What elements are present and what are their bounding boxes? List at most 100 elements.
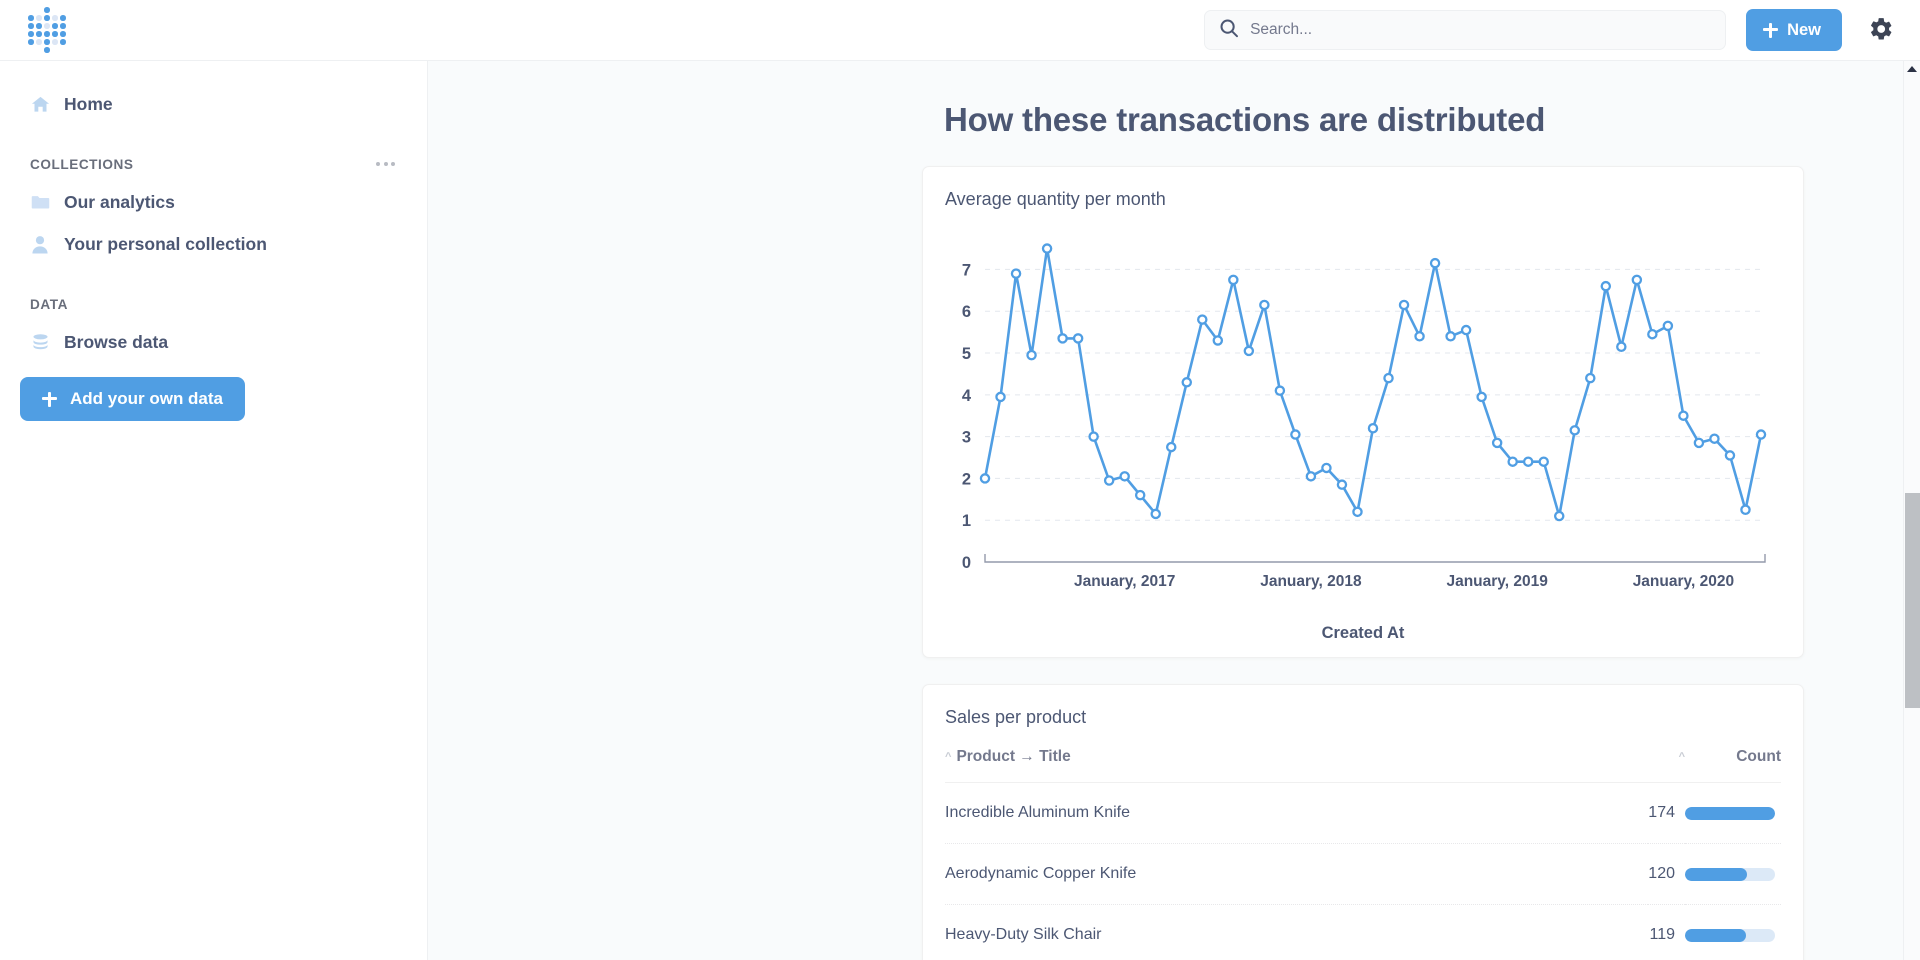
chart-data-point[interactable] <box>1353 508 1361 516</box>
scrollbar-thumb[interactable] <box>1905 493 1920 709</box>
chart-data-point[interactable] <box>1741 506 1749 514</box>
chart-data-point[interactable] <box>1478 393 1486 401</box>
chart-data-point[interactable] <box>1167 443 1175 451</box>
chart-data-point[interactable] <box>1555 512 1563 520</box>
chart-data-point[interactable] <box>1307 472 1315 480</box>
sidebar-item-personal-collection[interactable]: Your personal collection <box>0 223 427 265</box>
vertical-scrollbar[interactable] <box>1903 61 1920 960</box>
column-header-count-sort[interactable]: ^ <box>1648 738 1685 783</box>
chart-data-point[interactable] <box>1384 374 1392 382</box>
settings-button[interactable] <box>1864 13 1898 47</box>
table-head: ^ Product → Title ^ <box>945 738 1781 783</box>
chart-data-point[interactable] <box>1633 276 1641 284</box>
search-bar[interactable] <box>1204 10 1726 50</box>
chart-data-point[interactable] <box>1090 433 1098 441</box>
bar-fill <box>1685 868 1747 881</box>
chart-data-point[interactable] <box>1493 439 1501 447</box>
chart-y-tick-label: 1 <box>962 512 971 530</box>
chart-data-point[interactable] <box>1276 387 1284 395</box>
chart-data-point[interactable] <box>1710 435 1718 443</box>
chart-y-tick-label: 7 <box>962 261 971 279</box>
chart-data-point[interactable] <box>981 474 989 482</box>
sidebar-section-data-label: DATA <box>30 297 68 312</box>
chart-data-point[interactable] <box>1648 330 1656 338</box>
chart-data-point[interactable] <box>1462 326 1470 334</box>
add-your-own-data-button[interactable]: Add your own data <box>20 377 245 421</box>
chart-data-point[interactable] <box>1679 412 1687 420</box>
chart-data-point[interactable] <box>996 393 1004 401</box>
chart-card-average-quantity: Average quantity per month 01234567Janua… <box>922 166 1804 658</box>
chart-data-point[interactable] <box>1400 301 1408 309</box>
sidebar-item-personal-collection-label: Your personal collection <box>64 234 267 255</box>
logo-dot <box>36 47 42 53</box>
cell-count: 120 <box>1648 844 1685 905</box>
chart-data-point[interactable] <box>1198 315 1206 323</box>
chart-data-point[interactable] <box>1059 334 1067 342</box>
sidebar-item-home[interactable]: Home <box>0 83 427 125</box>
search-input[interactable] <box>1250 21 1711 39</box>
chart-data-point[interactable] <box>1586 374 1594 382</box>
chart-data-point[interactable] <box>1431 259 1439 267</box>
chart-data-point[interactable] <box>1695 439 1703 447</box>
table-row[interactable]: Aerodynamic Copper Knife120 <box>945 844 1781 905</box>
chart-line-series <box>985 249 1761 516</box>
chart-data-point[interactable] <box>1524 458 1532 466</box>
main-content: How these transactions are distributed A… <box>428 61 1920 960</box>
chart-data-point[interactable] <box>1571 426 1579 434</box>
chart-data-point[interactable] <box>1152 510 1160 518</box>
table-row[interactable]: Heavy-Duty Silk Chair119 <box>945 905 1781 960</box>
chart-data-point[interactable] <box>1260 301 1268 309</box>
chart-data-point[interactable] <box>1043 244 1051 252</box>
chart-data-point[interactable] <box>1664 322 1672 330</box>
chart-data-point[interactable] <box>1229 276 1237 284</box>
cell-count-bar <box>1685 905 1781 960</box>
sidebar-item-our-analytics[interactable]: Our analytics <box>0 181 427 223</box>
logo-dot <box>44 23 50 29</box>
chart-data-point[interactable] <box>1509 458 1517 466</box>
chart-data-point[interactable] <box>1322 464 1330 472</box>
chart-data-point[interactable] <box>1369 424 1377 432</box>
home-icon <box>30 95 50 114</box>
column-header-product-title[interactable]: ^ Product → Title <box>945 738 1648 783</box>
sidebar-item-browse-data-label: Browse data <box>64 332 168 353</box>
table-row[interactable]: Incredible Aluminum Knife174 <box>945 783 1781 844</box>
logo-dot <box>28 31 34 37</box>
caret-up-icon: ^ <box>945 752 951 763</box>
chart-data-point[interactable] <box>1540 458 1548 466</box>
chart-data-point[interactable] <box>1602 282 1610 290</box>
logo-dot <box>36 15 42 21</box>
chart-y-tick-label: 3 <box>962 429 971 447</box>
cell-count-bar <box>1685 844 1781 905</box>
chart-data-point[interactable] <box>1105 476 1113 484</box>
column-header-count[interactable]: Count <box>1685 738 1781 783</box>
bar-track <box>1685 929 1775 942</box>
chart-data-point[interactable] <box>1757 430 1765 438</box>
ellipsis-icon[interactable] <box>374 156 397 172</box>
chart-data-point[interactable] <box>1338 481 1346 489</box>
logo-dot <box>28 7 34 13</box>
sidebar-item-browse-data[interactable]: Browse data <box>0 321 427 363</box>
chart-data-point[interactable] <box>1074 334 1082 342</box>
chart-data-point[interactable] <box>1291 430 1299 438</box>
triangle-up-icon[interactable] <box>1907 66 1917 72</box>
chart-data-point[interactable] <box>1136 491 1144 499</box>
metabase-logo[interactable] <box>24 7 70 53</box>
chart-data-point[interactable] <box>1245 347 1253 355</box>
chart-data-point[interactable] <box>1415 332 1423 340</box>
chart-data-point[interactable] <box>1214 336 1222 344</box>
chart-x-tick-label: January, 2020 <box>1633 573 1734 590</box>
chart-data-point[interactable] <box>1027 351 1035 359</box>
chart-data-point[interactable] <box>1447 332 1455 340</box>
logo-dot <box>60 7 66 13</box>
chart-data-point[interactable] <box>1012 270 1020 278</box>
chart-data-point[interactable] <box>1183 378 1191 386</box>
sidebar-section-collections-label: COLLECTIONS <box>30 157 133 172</box>
new-button[interactable]: New <box>1746 9 1842 51</box>
line-chart[interactable]: 01234567January, 2017January, 2018Januar… <box>945 220 1781 657</box>
logo-dot <box>52 39 58 45</box>
chart-data-point[interactable] <box>1726 451 1734 459</box>
chart-data-point[interactable] <box>1121 472 1129 480</box>
logo-dot <box>44 7 50 13</box>
sidebar-item-our-analytics-label: Our analytics <box>64 192 175 213</box>
chart-data-point[interactable] <box>1617 343 1625 351</box>
